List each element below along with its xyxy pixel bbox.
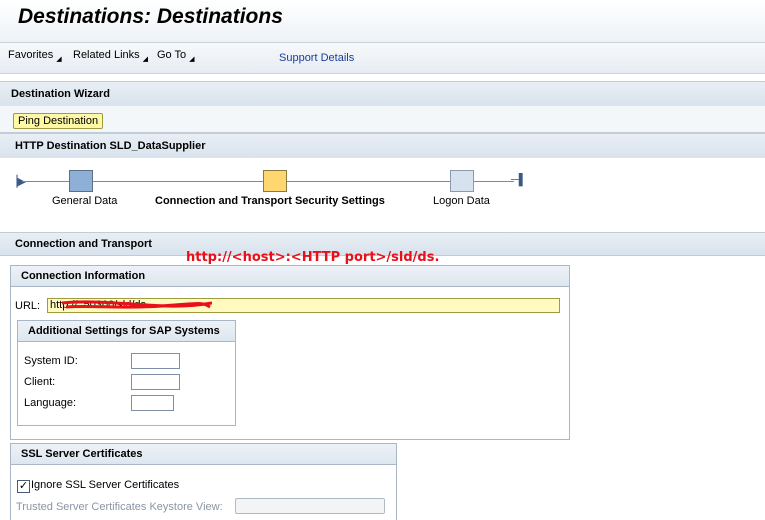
triangle-down-icon: ◢ — [189, 56, 195, 63]
system-id-input[interactable] — [131, 353, 180, 369]
ignore-ssl-label: Ignore SSL Server Certificates — [31, 479, 180, 491]
roadmap-step-logon-data-label: Logon Data — [433, 195, 490, 207]
roadmap-step-logon-data[interactable] — [450, 170, 474, 192]
destination-header: HTTP Destination SLD_DataSupplier — [0, 133, 765, 159]
roadmap-end-icon: ─▌ — [511, 174, 527, 186]
wizard-toolbar — [0, 106, 765, 133]
sap-settings-panel: Additional Settings for SAP Systems — [17, 320, 236, 426]
menu-go-to[interactable]: Go To ◢ — [157, 49, 195, 63]
wizard-title: Destination Wizard — [11, 88, 110, 100]
language-label: Language: — [24, 397, 76, 409]
system-id-label: System ID: — [24, 355, 78, 367]
menu-favorites[interactable]: Favorites ◢ — [8, 49, 62, 63]
roadmap-step-connection-security-label: Connection and Transport Security Settin… — [155, 195, 385, 207]
roadmap-step-connection-security[interactable] — [263, 170, 287, 192]
ssl-certificates-title: SSL Server Certificates — [21, 448, 143, 460]
triangle-down-icon: ◢ — [56, 56, 62, 63]
menu-related-links-label: Related Links — [73, 49, 140, 61]
menu-favorites-label: Favorites — [8, 49, 54, 61]
language-input[interactable] — [131, 395, 174, 411]
page-title: Destinations: Destinations — [18, 5, 283, 28]
url-annotation: http://<host>:<HTTP port>/sld/ds. — [186, 250, 440, 265]
ssl-certificates-header: SSL Server Certificates — [11, 444, 396, 465]
url-input[interactable]: http:// :50300/sld/ds — [47, 298, 560, 313]
roadmap-step-general-data-label: General Data — [52, 195, 118, 207]
triangle-down-icon: ◢ — [142, 56, 149, 63]
sap-settings-title: Additional Settings for SAP Systems — [28, 325, 220, 337]
client-input[interactable] — [131, 374, 180, 390]
ping-destination-button[interactable]: Ping Destination — [13, 113, 104, 129]
ignore-ssl-checkbox[interactable]: ✓ — [17, 480, 30, 493]
roadmap — [0, 158, 765, 228]
keystore-view-label: Trusted Server Certificates Keystore Vie… — [16, 501, 223, 513]
keystore-view-input[interactable] — [235, 498, 385, 514]
roadmap-step-general-data[interactable] — [69, 170, 93, 192]
menu-related-links[interactable]: Related Links ◢ — [73, 49, 149, 63]
support-details-link[interactable]: Support Details — [279, 52, 354, 64]
wizard-header: Destination Wizard — [0, 81, 765, 107]
connection-information-header: Connection Information — [11, 266, 569, 287]
connection-transport-title: Connection and Transport — [15, 238, 152, 250]
sap-settings-header: Additional Settings for SAP Systems — [18, 321, 235, 342]
destination-title: HTTP Destination SLD_DataSupplier — [15, 140, 206, 152]
url-label: URL: — [15, 300, 41, 312]
menu-go-to-label: Go To — [157, 49, 187, 61]
client-label: Client: — [24, 376, 56, 388]
connection-information-title: Connection Information — [21, 270, 146, 282]
